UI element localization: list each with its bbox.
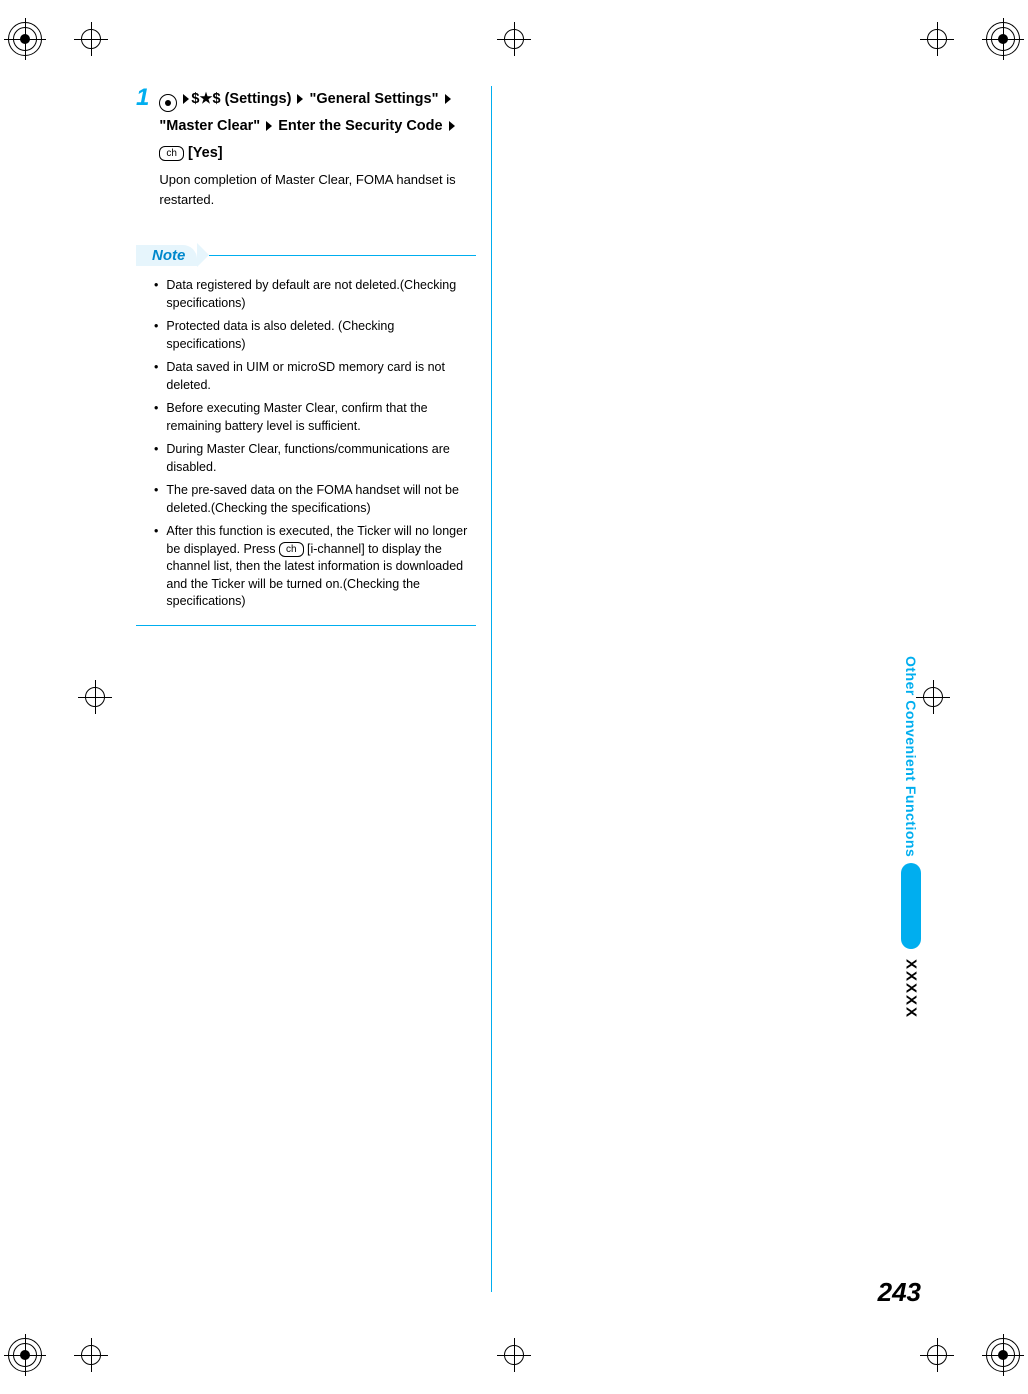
arrow-icon — [445, 94, 451, 104]
enter-security: Enter the Security Code — [278, 118, 442, 134]
arrow-icon — [297, 94, 303, 104]
reg-mid-top-icon — [497, 22, 531, 56]
note-item: Protected data is also deleted. (Checkin… — [136, 318, 476, 353]
note-bottom-divider — [136, 625, 476, 626]
note-block: Note Data registered by default are not … — [136, 243, 476, 626]
reg-cross-icon — [920, 22, 954, 56]
reg-target-icon — [8, 1338, 42, 1372]
reg-target-icon — [986, 22, 1020, 56]
reg-cross-icon — [920, 1338, 954, 1372]
reg-mark-bl — [8, 1338, 108, 1372]
reg-mid-left-icon — [78, 680, 112, 714]
note-item: Data registered by default are not delet… — [136, 277, 476, 312]
note-list: Data registered by default are not delet… — [136, 277, 476, 611]
side-tab: Other Convenient Functions XXXXX — [901, 656, 921, 1019]
step-instructions: $★$ (Settings) "General Settings" "Maste… — [159, 86, 476, 209]
note-chevron-icon — [197, 243, 209, 267]
note-item: After this function is executed, the Tic… — [136, 523, 476, 611]
reg-mid-right-icon — [916, 680, 950, 714]
reg-mid-bottom-icon — [497, 1338, 531, 1372]
reg-mark-tl — [8, 22, 108, 56]
note-header: Note — [136, 243, 476, 267]
note-item: The pre-saved data on the FOMA handset w… — [136, 482, 476, 517]
step-1: 1 $★$ (Settings) "General Settings" "Mas… — [136, 86, 476, 209]
center-key-icon — [159, 94, 177, 112]
reg-cross-icon — [74, 1338, 108, 1372]
step-result: Upon completion of Master Clear, FOMA ha… — [159, 170, 476, 209]
reg-mark-tr — [920, 22, 1020, 56]
left-column: 1 $★$ (Settings) "General Settings" "Mas… — [136, 86, 476, 626]
arrow-icon — [449, 121, 455, 131]
yes-label: [Yes] — [188, 145, 223, 161]
reg-mark-br — [920, 1338, 1020, 1372]
arrow-icon — [266, 121, 272, 131]
note-item: Before executing Master Clear, confirm t… — [136, 400, 476, 435]
side-tab-label: Other Convenient Functions — [903, 656, 919, 857]
ch-key-icon: ch — [159, 146, 184, 161]
arrow-icon — [183, 94, 189, 104]
note-item: Data saved in UIM or microSD memory card… — [136, 359, 476, 394]
step-dollars: $★$ — [191, 91, 220, 107]
page-content: 1 $★$ (Settings) "General Settings" "Mas… — [136, 86, 921, 1308]
reg-target-icon — [986, 1338, 1020, 1372]
reg-cross-icon — [74, 22, 108, 56]
note-title: Note — [136, 245, 197, 266]
reg-target-icon — [8, 22, 42, 56]
nav-general: "General Settings" — [309, 91, 438, 107]
side-tab-pill — [901, 863, 921, 949]
ch-key-icon: ch — [279, 542, 304, 557]
note-divider — [209, 255, 476, 256]
step-number: 1 — [136, 86, 149, 110]
column-divider — [491, 86, 492, 1292]
note-item: During Master Clear, functions/communica… — [136, 441, 476, 476]
settings-label: (Settings) — [225, 91, 292, 107]
nav-master: "Master Clear" — [159, 118, 260, 134]
page-number: 243 — [878, 1277, 921, 1308]
side-tab-marker: XXXXX — [903, 959, 920, 1019]
